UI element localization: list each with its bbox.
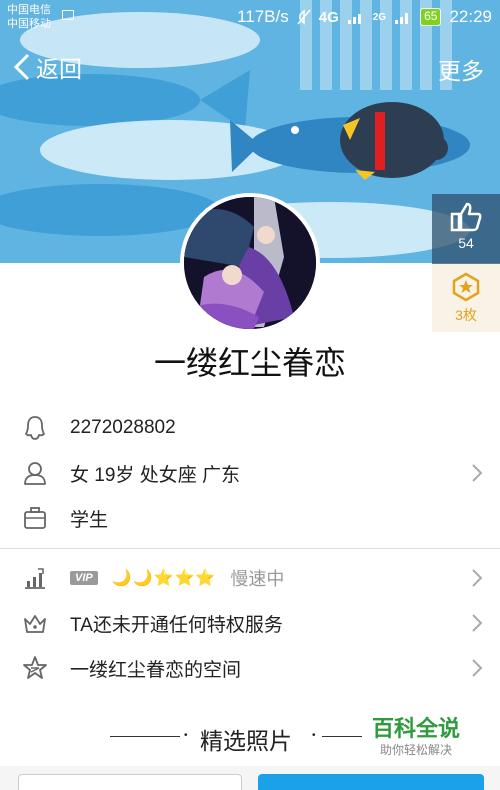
space-link: 一缕红尘眷恋的空间 <box>70 659 242 681</box>
qq-number-row: 2272028802 <box>0 406 500 450</box>
crown-icon <box>24 615 46 633</box>
avatar-image <box>184 197 316 329</box>
left-rule <box>110 736 180 737</box>
like-count: 54 <box>458 235 474 251</box>
qzone-star-icon <box>23 656 47 679</box>
signal-2g-icon <box>394 10 412 24</box>
penguin-icon <box>25 416 45 440</box>
chevron-right-icon <box>472 614 483 632</box>
signal-4g-icon <box>347 10 365 24</box>
level-icons: 🌙🌙⭐⭐⭐ <box>111 570 217 587</box>
clock: 22:29 <box>449 7 492 26</box>
level-status: 慢速中 <box>230 569 285 589</box>
primary-action-button[interactable] <box>258 774 484 790</box>
more-button[interactable]: 更多 <box>438 52 484 86</box>
qq-number: 2272028802 <box>70 417 176 438</box>
signal-2g-label: 2G <box>372 11 387 23</box>
person-icon <box>24 462 46 485</box>
carrier-labels: 中国电信 中国移动 <box>7 3 51 31</box>
space-row[interactable]: 一缕红尘眷恋的空间 <box>0 646 500 690</box>
avatar[interactable] <box>180 193 320 333</box>
chevron-left-icon <box>13 53 30 81</box>
profile-screen: 中国电信 中国移动 117B/s 4G 2G 65 22:29 返回 更多 54… <box>0 0 500 790</box>
nickname: 一缕红尘眷恋 <box>153 345 346 381</box>
level-info: VIP 🌙🌙⭐⭐⭐ 慢速中 <box>70 565 284 591</box>
photos-title: 精选照片 <box>200 728 292 754</box>
network-speed: 117B/s <box>237 7 289 26</box>
thumbs-up-icon <box>450 202 482 232</box>
left-dot: • <box>184 730 188 741</box>
star-medal-icon <box>452 272 480 302</box>
chevron-right-icon <box>472 569 483 587</box>
privilege-row[interactable]: TA还未开通任何特权服务 <box>0 601 500 645</box>
gallery-icon <box>62 10 74 20</box>
battery-indicator: 65 <box>420 8 442 26</box>
chevron-right-icon <box>472 659 483 677</box>
mute-icon <box>297 9 311 25</box>
nav-bar: 返回 更多 <box>0 48 500 90</box>
side-widgets: 54 3枚 <box>432 194 500 332</box>
back-label: 返回 <box>36 56 82 82</box>
privilege-status: TA还未开通任何特权服务 <box>70 614 283 636</box>
basic-info: 女 19岁 处女座 广东 <box>70 464 240 486</box>
briefcase-icon <box>24 507 46 529</box>
bottom-bar <box>0 766 500 790</box>
carrier-1: 中国电信 <box>7 4 51 16</box>
network-type: 4G <box>318 8 339 26</box>
status-bar: 中国电信 中国移动 117B/s 4G 2G 65 22:29 <box>0 0 500 36</box>
watermark-slogan: 助你轻松解决 <box>379 743 452 757</box>
medal-count: 3枚 <box>455 307 477 323</box>
level-chart-icon <box>25 568 45 589</box>
watermark-logo: 百科全说 助你轻松解决 <box>362 716 470 764</box>
section-divider <box>0 548 500 549</box>
status-right: 117B/s 4G 2G 65 22:29 <box>237 7 492 27</box>
level-row[interactable]: VIP 🌙🌙⭐⭐⭐ 慢速中 <box>0 556 500 600</box>
watermark-brand: 百科全说 <box>371 716 460 741</box>
vip-badge: VIP <box>70 571 98 585</box>
chevron-right-icon <box>472 464 483 482</box>
secondary-action-button[interactable] <box>18 774 242 790</box>
right-dot: • <box>312 730 316 741</box>
like-button[interactable]: 54 <box>432 194 500 264</box>
occupation-row: 学生 <box>0 496 500 540</box>
back-button[interactable]: 返回 <box>12 50 82 84</box>
right-rule <box>322 736 362 737</box>
carrier-2: 中国移动 <box>7 18 51 30</box>
medal-button[interactable]: 3枚 <box>432 264 500 332</box>
basic-info-row[interactable]: 女 19岁 处女座 广东 <box>0 451 500 495</box>
occupation: 学生 <box>70 509 109 531</box>
